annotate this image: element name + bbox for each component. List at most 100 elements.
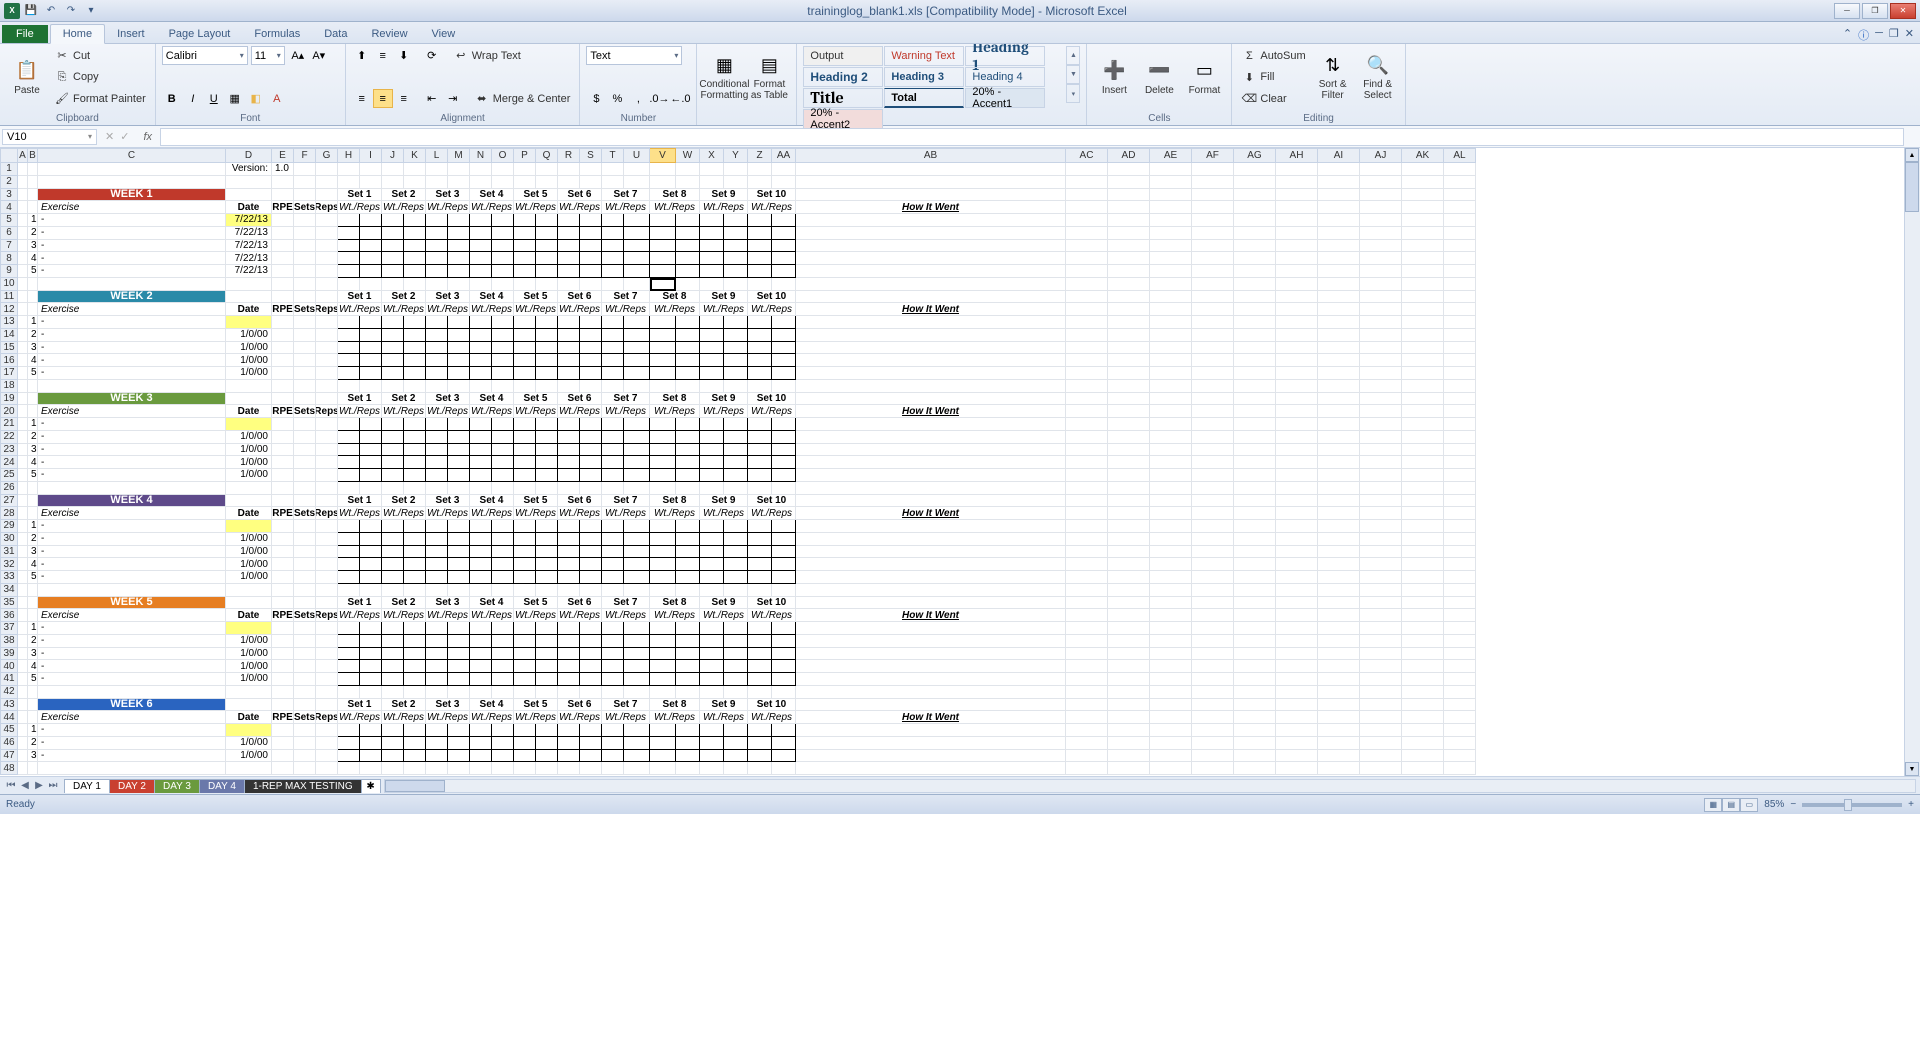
cell-Z2[interactable]: [748, 176, 772, 189]
cell-M48[interactable]: [448, 762, 470, 775]
cell-Q41[interactable]: [536, 673, 558, 686]
cell-AF24[interactable]: [1192, 456, 1234, 469]
cell-I47[interactable]: [360, 750, 382, 763]
cell-X42[interactable]: [700, 686, 724, 699]
cell-AL10[interactable]: [1444, 278, 1476, 291]
cell-AH4[interactable]: [1276, 201, 1318, 214]
cell-AI27[interactable]: [1318, 495, 1360, 508]
cell-AG28[interactable]: [1234, 507, 1276, 520]
cell-AG24[interactable]: [1234, 456, 1276, 469]
cell-T13[interactable]: [602, 316, 624, 329]
cell-L1[interactable]: [426, 163, 448, 176]
cell-A38[interactable]: [18, 635, 28, 648]
cell-N9[interactable]: [470, 265, 492, 278]
italic-icon[interactable]: I: [183, 89, 203, 108]
cell-AB30[interactable]: [796, 533, 1066, 546]
insert-cells-button[interactable]: ➕Insert: [1093, 46, 1135, 108]
cell-AH30[interactable]: [1276, 533, 1318, 546]
cell-Z46[interactable]: [748, 737, 772, 750]
cell-P27[interactable]: Set 5: [514, 495, 558, 508]
cell-AL20[interactable]: [1444, 405, 1476, 418]
cell-F4[interactable]: Sets: [294, 201, 316, 214]
cell-AL19[interactable]: [1444, 393, 1476, 406]
cell-T5[interactable]: [602, 214, 624, 227]
cell-AJ45[interactable]: [1360, 724, 1402, 737]
cell-F31[interactable]: [294, 546, 316, 559]
cell-N40[interactable]: [470, 660, 492, 673]
cell-AK12[interactable]: [1402, 303, 1444, 316]
cell-AE35[interactable]: [1150, 597, 1192, 610]
cell-AL1[interactable]: [1444, 163, 1476, 176]
cell-AF9[interactable]: [1192, 265, 1234, 278]
row-1[interactable]: 1: [0, 163, 18, 176]
cell-AK22[interactable]: [1402, 431, 1444, 444]
cell-E6[interactable]: [272, 227, 294, 240]
cell-AK37[interactable]: [1402, 622, 1444, 635]
cell-Y38[interactable]: [724, 635, 748, 648]
cell-AH41[interactable]: [1276, 673, 1318, 686]
cell-O14[interactable]: [492, 329, 514, 342]
cell-AE23[interactable]: [1150, 444, 1192, 457]
cell-J26[interactable]: [382, 482, 404, 495]
cell-AJ33[interactable]: [1360, 571, 1402, 584]
cell-W2[interactable]: [676, 176, 700, 189]
row-45[interactable]: 45: [0, 724, 18, 737]
cell-Y30[interactable]: [724, 533, 748, 546]
cell-R43[interactable]: Set 6: [558, 699, 602, 712]
cell-AE3[interactable]: [1150, 189, 1192, 202]
cell-AA6[interactable]: [772, 227, 796, 240]
cell-V37[interactable]: [650, 622, 676, 635]
cell-J19[interactable]: Set 2: [382, 393, 426, 406]
cell-AF46[interactable]: [1192, 737, 1234, 750]
cell-R31[interactable]: [558, 546, 580, 559]
cell-R15[interactable]: [558, 342, 580, 355]
cell-AF14[interactable]: [1192, 329, 1234, 342]
cell-R34[interactable]: [558, 584, 580, 597]
row-2[interactable]: 2: [0, 176, 18, 189]
cell-S34[interactable]: [580, 584, 602, 597]
cell-E1[interactable]: 1.0: [272, 163, 294, 176]
cell-R16[interactable]: [558, 354, 580, 367]
name-box[interactable]: V10: [2, 129, 97, 145]
cell-K22[interactable]: [404, 431, 426, 444]
cell-AA46[interactable]: [772, 737, 796, 750]
cell-AD43[interactable]: [1108, 699, 1150, 712]
cell-C18[interactable]: [38, 380, 226, 393]
cell-G45[interactable]: [316, 724, 338, 737]
cell-AG25[interactable]: [1234, 469, 1276, 482]
cell-M6[interactable]: [448, 227, 470, 240]
cell-L37[interactable]: [426, 622, 448, 635]
cell-N34[interactable]: [470, 584, 492, 597]
cell-T14[interactable]: [602, 329, 624, 342]
style-gallery[interactable]: OutputWarning TextHeading 1Heading 2Head…: [803, 46, 1061, 129]
cell-A28[interactable]: [18, 507, 28, 520]
cell-AG16[interactable]: [1234, 354, 1276, 367]
cell-AG35[interactable]: [1234, 597, 1276, 610]
cell-V42[interactable]: [650, 686, 676, 699]
cell-E5[interactable]: [272, 214, 294, 227]
cell-M15[interactable]: [448, 342, 470, 355]
cell-S21[interactable]: [580, 418, 602, 431]
cell-S37[interactable]: [580, 622, 602, 635]
cell-R42[interactable]: [558, 686, 580, 699]
cell-A36[interactable]: [18, 609, 28, 622]
cell-C43[interactable]: WEEK 6: [38, 699, 226, 712]
cell-O1[interactable]: [492, 163, 514, 176]
cell-R21[interactable]: [558, 418, 580, 431]
cell-I22[interactable]: [360, 431, 382, 444]
cell-N4[interactable]: Wt./Reps: [470, 201, 514, 214]
style-heading-4[interactable]: Heading 4: [965, 67, 1045, 87]
cell-Z17[interactable]: [748, 367, 772, 380]
cell-O24[interactable]: [492, 456, 514, 469]
cell-S2[interactable]: [580, 176, 602, 189]
cell-Q26[interactable]: [536, 482, 558, 495]
cell-Q46[interactable]: [536, 737, 558, 750]
col-Y[interactable]: Y: [724, 148, 748, 163]
minimize-button[interactable]: ─: [1834, 3, 1860, 19]
cell-AF5[interactable]: [1192, 214, 1234, 227]
cell-V7[interactable]: [650, 240, 676, 253]
col-A[interactable]: A: [18, 148, 28, 163]
cell-AD32[interactable]: [1108, 558, 1150, 571]
cell-A3[interactable]: [18, 189, 28, 202]
cell-AG33[interactable]: [1234, 571, 1276, 584]
